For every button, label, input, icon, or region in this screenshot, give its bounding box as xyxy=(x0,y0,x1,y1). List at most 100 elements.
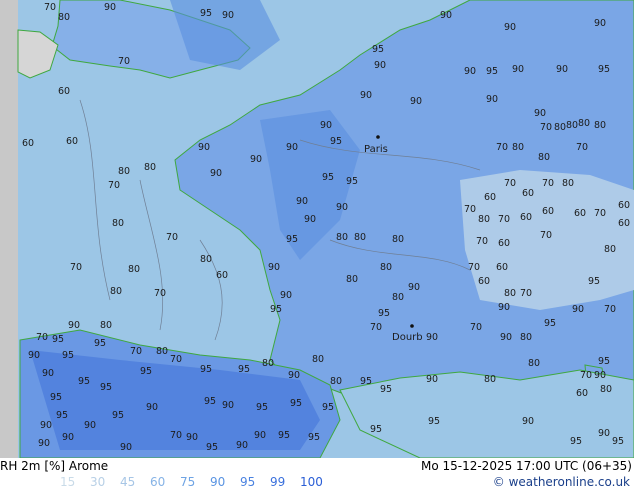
contour-label: 90 xyxy=(360,90,372,101)
contour-label: 80 xyxy=(528,358,540,369)
contour-label: 90 xyxy=(426,332,438,343)
contour-label: 80 xyxy=(478,214,490,225)
contour-label: 95 xyxy=(100,382,112,393)
contour-label: 95 xyxy=(486,66,498,77)
contour-label: 70 xyxy=(496,142,508,153)
city-dot xyxy=(376,135,380,139)
contour-label: 80 xyxy=(566,120,578,131)
contour-label: 80 xyxy=(128,264,140,275)
legend-value: 30 xyxy=(90,475,106,489)
contour-label: 90 xyxy=(512,64,524,75)
contour-label: 95 xyxy=(308,432,320,443)
contour-label: 70 xyxy=(594,208,606,219)
contour-label: 90 xyxy=(68,320,80,331)
contour-label: 90 xyxy=(304,214,316,225)
contour-label: 95 xyxy=(206,442,218,453)
contour-label: 80 xyxy=(512,142,524,153)
contour-label: 60 xyxy=(542,206,554,217)
contour-label: 90 xyxy=(534,108,546,119)
contour-label: 70 xyxy=(118,56,130,67)
contour-label: 95 xyxy=(286,234,298,245)
contour-label: 80 xyxy=(346,274,358,285)
contour-label: 95 xyxy=(52,334,64,345)
map-footer: RH 2m [%] Arome Mo 15-12-2025 17:00 UTC … xyxy=(0,458,634,490)
contour-label: 60 xyxy=(498,238,510,249)
contour-label: 80 xyxy=(554,122,566,133)
contour-label: 95 xyxy=(372,44,384,55)
contour-label: 95 xyxy=(140,366,152,377)
contour-label: 70 xyxy=(580,370,592,381)
contour-label: 90 xyxy=(374,60,386,71)
contour-label: 95 xyxy=(204,396,216,407)
contour-label: 95 xyxy=(238,364,250,375)
contour-label: 80 xyxy=(594,120,606,131)
legend-value: 90 xyxy=(210,475,226,489)
contour-label: 90 xyxy=(236,440,248,451)
contour-label: 70 xyxy=(170,430,182,441)
city-dot xyxy=(410,324,414,328)
contour-label: 70 xyxy=(540,230,552,241)
contour-label: 95 xyxy=(378,308,390,319)
contour-label: 80 xyxy=(312,354,324,365)
outside-domain xyxy=(0,0,18,458)
contour-label: 70 xyxy=(36,332,48,343)
contour-label: 90 xyxy=(296,196,308,207)
contour-label: 95 xyxy=(346,176,358,187)
contour-label: 70 xyxy=(170,354,182,365)
contour-label: 80 xyxy=(100,320,112,331)
legend-value: 75 xyxy=(180,475,196,489)
contour-label: 70 xyxy=(476,236,488,247)
contour-label: 90 xyxy=(28,350,40,361)
contour-label: 90 xyxy=(40,420,52,431)
contour-label: 95 xyxy=(56,410,68,421)
contour-label: 70 xyxy=(576,142,588,153)
contour-label: 70 xyxy=(470,322,482,333)
contour-label: 80 xyxy=(392,234,404,245)
contour-label: 95 xyxy=(598,356,610,367)
contour-label: 90 xyxy=(408,282,420,293)
contour-label: 95 xyxy=(612,436,624,447)
contour-label: 80 xyxy=(520,332,532,343)
contour-label: 90 xyxy=(104,2,116,13)
contour-label: 80 xyxy=(380,262,392,273)
contour-label: 60 xyxy=(576,388,588,399)
legend-value: 60 xyxy=(150,475,166,489)
contour-label: 90 xyxy=(498,302,510,313)
contour-label: 80 xyxy=(538,152,550,163)
contour-label: 70 xyxy=(468,262,480,273)
contour-label: 90 xyxy=(440,10,452,21)
contour-label: 95 xyxy=(322,172,334,183)
city-label: Dourb xyxy=(392,332,423,343)
contour-label: 90 xyxy=(426,374,438,385)
contour-label: 80 xyxy=(156,346,168,357)
contour-label: 90 xyxy=(504,22,516,33)
contour-label: 80 xyxy=(144,162,156,173)
contour-label: 80 xyxy=(354,232,366,243)
contour-label: 70 xyxy=(108,180,120,191)
legend-value: 99 xyxy=(270,475,286,489)
contour-label: 95 xyxy=(200,8,212,19)
contour-label: 90 xyxy=(42,368,54,379)
contour-label: 60 xyxy=(478,276,490,287)
contour-label: 90 xyxy=(594,18,606,29)
credit-link[interactable]: © weatheronline.co.uk xyxy=(493,475,630,489)
contour-label: 90 xyxy=(594,370,606,381)
contour-label: 95 xyxy=(78,376,90,387)
contour-label: 80 xyxy=(392,292,404,303)
contour-label: 80 xyxy=(504,288,516,299)
contour-label: 95 xyxy=(360,376,372,387)
contour-label: 70 xyxy=(166,232,178,243)
contour-label: 90 xyxy=(38,438,50,449)
contour-label: 60 xyxy=(618,200,630,211)
legend-value: 100 xyxy=(300,475,323,489)
contour-label: 80 xyxy=(336,232,348,243)
contour-label: 70 xyxy=(130,346,142,357)
contour-label: 60 xyxy=(574,208,586,219)
contour-label: 95 xyxy=(94,338,106,349)
contour-label: 70 xyxy=(498,214,510,225)
contour-label: 90 xyxy=(464,66,476,77)
contour-label: 80 xyxy=(118,166,130,177)
contour-label: 90 xyxy=(336,202,348,213)
contour-label: 60 xyxy=(66,136,78,147)
contour-label: 90 xyxy=(186,432,198,443)
